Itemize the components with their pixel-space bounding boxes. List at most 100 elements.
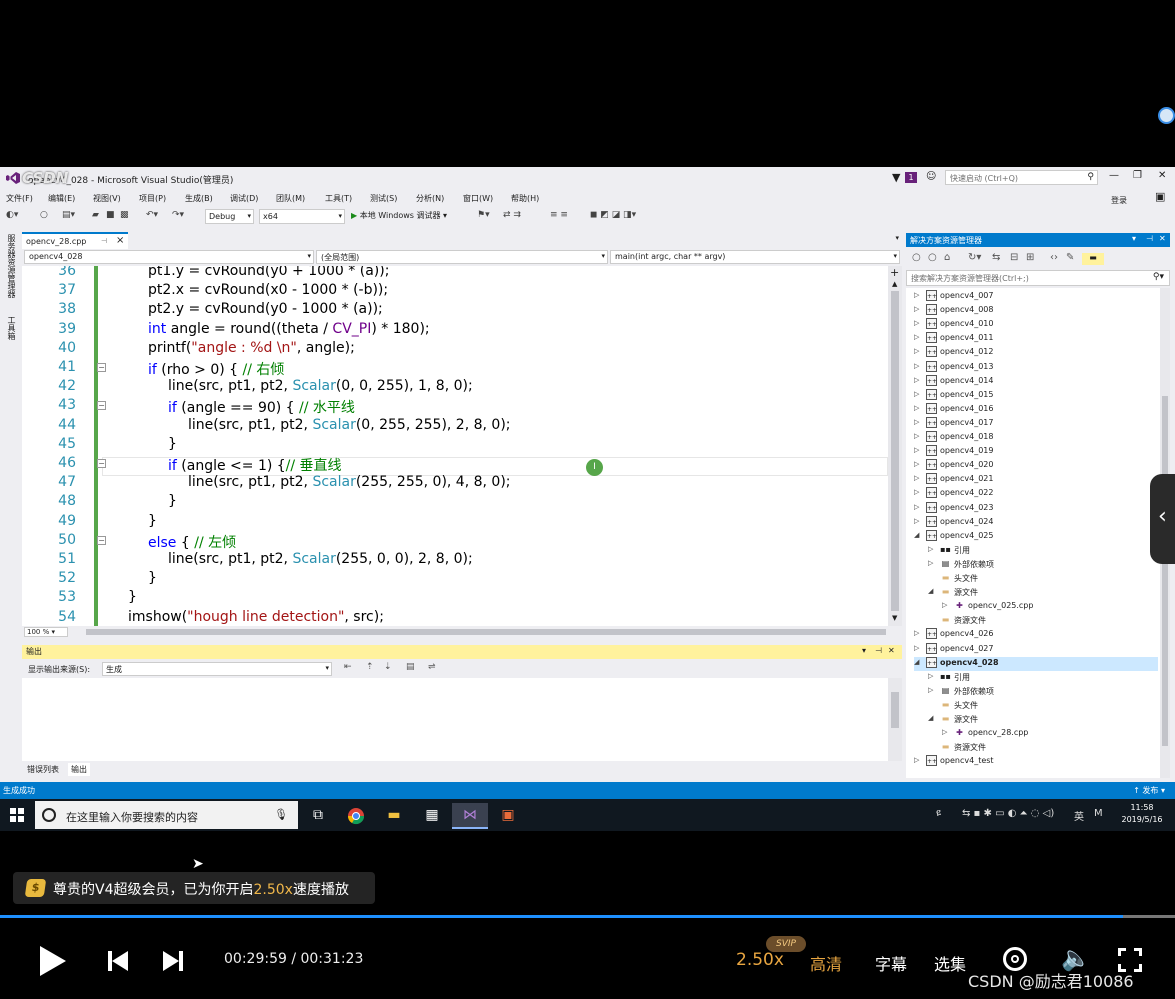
code-line[interactable]: 44 line(src, pt1, pt2, Scalar(0, 255, 255…: [22, 416, 888, 435]
fold-toggle-icon[interactable]: −: [97, 459, 106, 468]
comment-icons[interactable]: ≡ ≡: [550, 210, 568, 220]
tab-error-list[interactable]: 错误列表: [24, 763, 62, 776]
collapsed-arrow-icon[interactable]: ▷: [928, 686, 936, 694]
collapsed-arrow-icon[interactable]: ▷: [914, 404, 922, 412]
previous-icon[interactable]: [108, 951, 128, 971]
next-icon[interactable]: [163, 951, 183, 971]
chevron-down-icon[interactable]: ▾: [1132, 234, 1136, 243]
next-message-icon[interactable]: ⇣: [384, 662, 392, 672]
code-line[interactable]: 39 int angle = round((theta / CV_PI) * 18…: [22, 320, 888, 339]
code-line[interactable]: 52}: [22, 569, 888, 588]
side-panel-toggle[interactable]: ‹: [1150, 474, 1175, 564]
server-explorer-tab[interactable]: 服务器资源管理器: [6, 234, 17, 298]
collapsed-arrow-icon[interactable]: ▷: [914, 376, 922, 384]
tree-item[interactable]: ▷ ++ opencv4_012: [914, 346, 1158, 360]
tree-item[interactable]: ▬ 资源文件: [928, 741, 1158, 755]
run-debugger-button[interactable]: ▶ 本地 Windows 调试器 ▾: [351, 210, 447, 221]
code-editor[interactable]: qq_38088887 I 36pt1.y = cvRound(y0 + 100…: [22, 266, 888, 626]
output-scrollbar[interactable]: [888, 678, 902, 761]
split-icon[interactable]: +: [890, 266, 899, 279]
debug-target-icon[interactable]: ⚑▾: [477, 210, 490, 220]
tree-item[interactable]: ▷ ++ opencv4_017: [914, 416, 1158, 431]
visual-studio-taskbar-icon[interactable]: ⋈: [452, 803, 488, 829]
collapsed-arrow-icon[interactable]: ▷: [914, 446, 922, 454]
collapsed-arrow-icon[interactable]: ▷: [914, 629, 922, 637]
account-icon[interactable]: ▣: [1155, 190, 1165, 203]
collapsed-arrow-icon[interactable]: ▷: [914, 347, 922, 355]
step-icons[interactable]: ⇄ ⇉: [503, 210, 521, 220]
chevron-down-icon[interactable]: ▾: [895, 234, 899, 242]
tree-item[interactable]: ▷ ++ opencv4_024: [914, 515, 1158, 530]
tree-item[interactable]: ▷ ▤ 外部依赖项: [928, 558, 1158, 572]
tree-item[interactable]: ▷ ++ opencv4_018: [914, 431, 1158, 445]
output-text-area[interactable]: [22, 678, 902, 761]
clear-all-icon[interactable]: ▤: [406, 662, 415, 672]
tree-item[interactable]: ▷ ++ opencv4_014: [914, 374, 1158, 389]
new-project-icon[interactable]: ▤▾: [62, 210, 75, 220]
menu-help[interactable]: 帮助(H): [511, 193, 539, 204]
forward-icon[interactable]: ○: [928, 252, 937, 263]
tree-item[interactable]: ▷ ✚ opencv_025.cpp: [942, 600, 1158, 614]
code-line[interactable]: 36 pt1.y = cvRound(y0 + 1000 * (a));: [22, 266, 888, 281]
fold-toggle-icon[interactable]: −: [97, 401, 106, 411]
bookmark-icons[interactable]: ◼ ◩ ◪ ◨▾: [590, 210, 636, 220]
collapsed-arrow-icon[interactable]: ▷: [914, 460, 922, 468]
collapsed-arrow-icon[interactable]: ▷: [914, 418, 922, 426]
collapsed-arrow-icon[interactable]: ▷: [914, 333, 922, 341]
code-line[interactable]: 38 pt2.y = cvRound(y0 - 1000 * (a));: [22, 300, 888, 319]
taskbar-clock[interactable]: 11:58 2019/5/16: [1112, 802, 1172, 826]
tree-item[interactable]: ▬ 资源文件: [928, 614, 1158, 628]
pin-icon[interactable]: ⊣: [875, 646, 882, 655]
tree-item[interactable]: ▷ ++ opencv4_016: [914, 402, 1158, 417]
tree-item[interactable]: ▷ ++ opencv4_test: [914, 755, 1158, 769]
save-icon[interactable]: ■: [106, 210, 115, 220]
prev-message-icon[interactable]: ⇡: [366, 662, 374, 672]
tree-item[interactable]: ▷ ++ opencv4_027: [914, 642, 1158, 657]
tree-item[interactable]: ▷ ++ opencv4_010: [914, 318, 1158, 332]
member-select[interactable]: main(int argc, char ** argv) ▾: [610, 250, 900, 264]
preview-icon[interactable]: ▬: [1082, 253, 1104, 265]
code-line[interactable]: 40 printf("angle : %d \n", angle);: [22, 339, 888, 358]
episodes-button[interactable]: 选集: [934, 951, 966, 975]
calendar-icon[interactable]: ▦: [414, 803, 450, 829]
collapsed-arrow-icon[interactable]: ▷: [914, 503, 922, 511]
code-line[interactable]: 41 − if (rho > 0) { // 右倾: [22, 358, 888, 378]
video-progress-bar[interactable]: [0, 915, 1175, 918]
collapsed-arrow-icon[interactable]: ▷: [942, 601, 950, 609]
sync-icon[interactable]: ⇆: [992, 252, 1000, 263]
output-source-select[interactable]: 生成 ▾: [102, 662, 332, 676]
menu-analyze[interactable]: 分析(N): [416, 193, 444, 204]
tab-output[interactable]: 输出: [68, 763, 90, 776]
tree-item[interactable]: ▷ ++ opencv4_021: [914, 473, 1158, 487]
project-select[interactable]: opencv4_028 ▾: [24, 250, 314, 264]
code-line[interactable]: 46 − if (angle <= 1) {// 垂直线: [22, 454, 888, 474]
file-explorer-icon[interactable]: ▬: [376, 803, 412, 829]
subtitles-button[interactable]: 字幕: [875, 951, 907, 975]
code-line[interactable]: 37 pt2.x = cvRound(x0 - 1000 * (-b));: [22, 281, 888, 300]
undo-icon[interactable]: ↶▾: [146, 210, 158, 220]
tree-item[interactable]: ▷ ▪▪ 引用: [928, 671, 1158, 685]
scroll-thumb[interactable]: [891, 291, 899, 611]
chrome-icon[interactable]: [338, 803, 374, 829]
tree-item[interactable]: ◢ ++ opencv4_028: [914, 656, 1158, 671]
editor-vertical-scrollbar[interactable]: + ▲ ▼: [888, 266, 902, 626]
home-icon[interactable]: ⌂: [944, 252, 950, 263]
close-icon[interactable]: ✕: [1159, 234, 1166, 243]
tree-item[interactable]: ▷ ++ opencv4_022: [914, 487, 1158, 501]
menu-build[interactable]: 生成(B): [185, 193, 213, 204]
expanded-arrow-icon[interactable]: ◢: [928, 714, 936, 722]
back-icon[interactable]: ○: [912, 252, 921, 263]
tree-item[interactable]: ▷ ++ opencv4_019: [914, 445, 1158, 459]
publish-button[interactable]: ↑ 发布 ▾: [1133, 785, 1165, 796]
powerpoint-icon[interactable]: ▣: [490, 803, 526, 829]
scroll-thumb[interactable]: [1162, 396, 1168, 746]
collapsed-arrow-icon[interactable]: ▷: [914, 291, 922, 299]
tree-item[interactable]: ▷ ++ opencv4_008: [914, 304, 1158, 318]
tree-item[interactable]: ▬ 头文件: [928, 699, 1158, 713]
tree-item[interactable]: ▬ 头文件: [928, 572, 1158, 586]
close-icon[interactable]: ×: [116, 235, 124, 246]
ime-icon[interactable]: M: [1094, 808, 1103, 819]
collapsed-arrow-icon[interactable]: ▷: [914, 305, 922, 313]
chevron-down-icon[interactable]: ▾: [862, 646, 866, 655]
tree-item[interactable]: ▷ ▪▪ 引用: [928, 544, 1158, 558]
